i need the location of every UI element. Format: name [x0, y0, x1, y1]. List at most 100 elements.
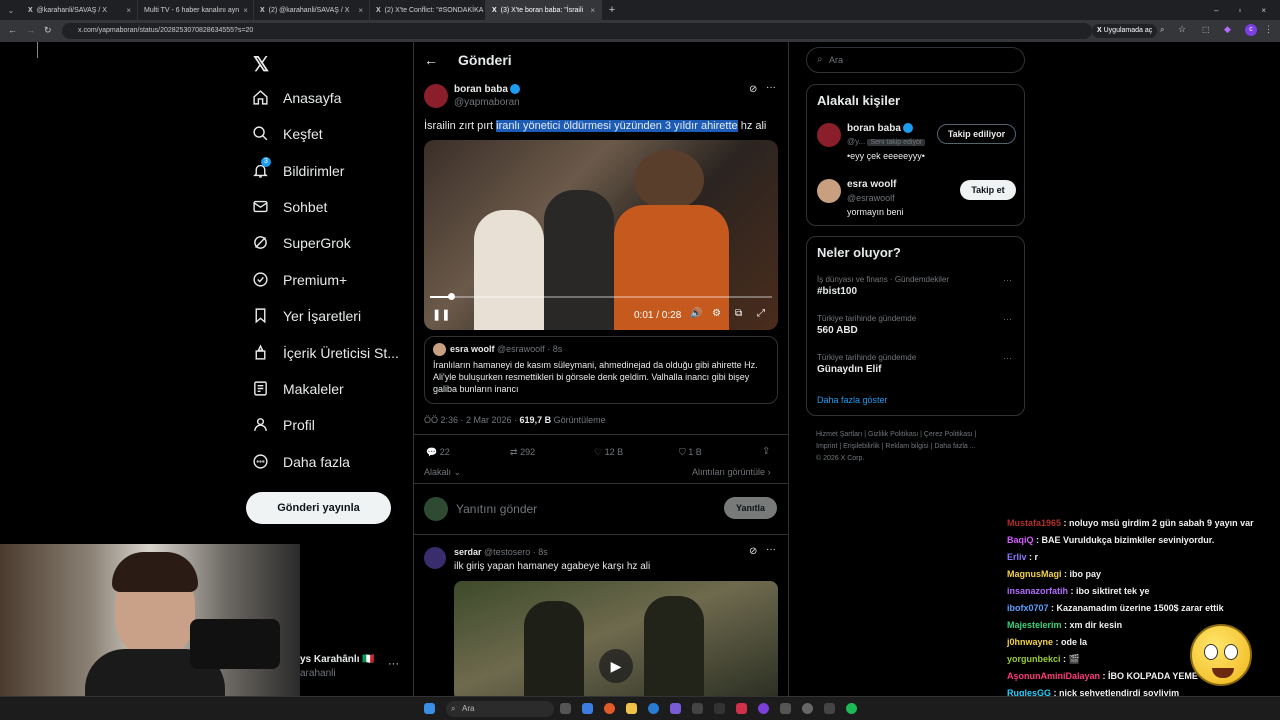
video-progress-track[interactable]: [430, 296, 772, 298]
app-icon[interactable]: [824, 703, 835, 714]
following-button[interactable]: Takip ediliyor: [937, 124, 1016, 144]
extension-icon[interactable]: ◆: [1224, 24, 1231, 35]
footer-link[interactable]: Imprint: [816, 443, 837, 450]
bookmark-action[interactable]: ⛉ 1 B: [679, 447, 702, 458]
reply-author-avatar[interactable]: [424, 547, 446, 569]
post-more-icon[interactable]: ···: [766, 82, 776, 93]
app-icon[interactable]: [780, 703, 791, 714]
chat-username[interactable]: MagnusMagi: [1007, 569, 1062, 579]
menu-icon[interactable]: ⋮: [1264, 24, 1273, 35]
person-avatar[interactable]: [817, 179, 841, 203]
account-more-icon[interactable]: ···: [388, 658, 399, 670]
browser-tab[interactable]: Multi TV - 6 haber kanalını ayn ×: [138, 0, 254, 20]
maximize-icon[interactable]: ▫: [1238, 6, 1241, 15]
folder-icon[interactable]: [626, 703, 637, 714]
reply-action[interactable]: 💬 22: [426, 447, 450, 458]
reply-video[interactable]: ▶: [454, 581, 778, 696]
chat-username[interactable]: insanazorfatih: [1007, 586, 1068, 596]
minimize-icon[interactable]: –: [1214, 6, 1218, 15]
app-icon[interactable]: [758, 703, 769, 714]
tab-menu-icon[interactable]: ⌄: [0, 6, 22, 15]
zoom-icon[interactable]: ⌕: [1160, 25, 1164, 35]
grok-icon[interactable]: ⊘: [749, 546, 757, 557]
sidebar-item-premium[interactable]: Premium+: [252, 271, 347, 288]
author-name[interactable]: boran baba: [454, 84, 520, 95]
pip-icon[interactable]: ⧉: [735, 308, 742, 319]
browser-tab[interactable]: X (2) @karahanli/SAVAŞ / X ×: [254, 0, 370, 20]
trend-more-icon[interactable]: ···: [1003, 353, 1012, 363]
chat-username[interactable]: Erliv: [1007, 552, 1027, 562]
task-view-icon[interactable]: [560, 703, 571, 714]
app-icon[interactable]: [582, 703, 593, 714]
sidebar-item-creator-studio[interactable]: İçerik Üreticisi St...: [252, 344, 399, 361]
sidebar-item-profile[interactable]: Profil: [252, 416, 315, 433]
footer-link[interactable]: Erişilebilirlik: [843, 443, 880, 450]
search-input[interactable]: ⌕ Ara: [806, 47, 1025, 73]
author-avatar[interactable]: [424, 84, 448, 108]
fullscreen-icon[interactable]: ⤢: [757, 308, 765, 319]
trend-more-icon[interactable]: ···: [1003, 314, 1012, 324]
chat-username[interactable]: j0hnwayne: [1007, 637, 1053, 647]
reply-button[interactable]: Yanıtla: [724, 497, 777, 519]
footer-link[interactable]: Hizmet Şartları: [816, 431, 862, 438]
new-tab-icon[interactable]: +: [602, 4, 622, 16]
chat-username[interactable]: AşonunAminiDalayan: [1007, 671, 1100, 681]
person-name[interactable]: boran baba: [847, 123, 913, 134]
video-player[interactable]: ❚❚ 0:01 / 0:28 🔊 ⚙ ⧉ ⤢: [424, 140, 778, 330]
sidebar-item-home[interactable]: Anasayfa: [252, 89, 341, 106]
start-icon[interactable]: [424, 703, 435, 714]
related-dropdown[interactable]: Alakalı ⌄: [424, 467, 461, 478]
star-icon[interactable]: ☆: [1178, 24, 1186, 35]
settings-icon[interactable]: ⚙: [712, 308, 721, 319]
close-icon[interactable]: ×: [126, 6, 131, 15]
chat-username[interactable]: yorgunbekci: [1007, 654, 1061, 664]
chat-username[interactable]: Majestelerim: [1007, 620, 1062, 630]
volume-icon[interactable]: 🔊: [690, 308, 702, 319]
chat-username[interactable]: ibofx0707: [1007, 603, 1049, 613]
trend-item[interactable]: Türkiye tarihinde gündemde Günaydın Elif: [817, 353, 1017, 375]
chat-username[interactable]: Mustafa1965: [1007, 518, 1061, 528]
chat-username[interactable]: BaqiQ: [1007, 535, 1034, 545]
app-icon[interactable]: [736, 703, 747, 714]
sidebar-item-bookmarks[interactable]: Yer İşaretleri: [252, 307, 361, 324]
close-window-icon[interactable]: ×: [1261, 6, 1266, 15]
person-avatar[interactable]: [817, 123, 841, 147]
spotify-icon[interactable]: [846, 703, 857, 714]
taskbar-search[interactable]: ⌕ Ara: [446, 701, 554, 717]
app-icon[interactable]: [692, 703, 703, 714]
close-icon[interactable]: ×: [590, 6, 595, 15]
sidebar-item-more[interactable]: Daha fazla: [252, 453, 350, 470]
chrome-icon[interactable]: [604, 703, 615, 714]
share-icon[interactable]: ⇪: [762, 446, 770, 457]
post-button[interactable]: Gönderi yayınla: [246, 492, 391, 524]
show-more-link[interactable]: Daha fazla göster: [817, 395, 888, 405]
back-arrow-icon[interactable]: ←: [424, 52, 438, 68]
sidebar-item-notifications[interactable]: 3 Bildirimler: [252, 157, 344, 179]
video-progress-handle[interactable]: [447, 293, 455, 300]
url-field[interactable]: x.com/yapmaboran/status/2028253070828634…: [62, 23, 1092, 39]
grok-icon[interactable]: ⊘: [749, 84, 757, 95]
open-in-app-button[interactable]: X Uygulamada aç: [1092, 24, 1158, 38]
browser-tab-active[interactable]: X (3) X'te boran baba: "İsraili ×: [486, 0, 602, 20]
reload-icon[interactable]: ↻: [44, 25, 52, 36]
app-icon[interactable]: [714, 703, 725, 714]
quoted-post[interactable]: esra woolf @esrawoolf · 8s İranlıların h…: [424, 336, 778, 404]
close-icon[interactable]: ×: [243, 6, 248, 15]
app-icon[interactable]: [670, 703, 681, 714]
trend-item[interactable]: Türkiye tarihinde gündemde 560 ABD: [817, 314, 1017, 336]
back-icon[interactable]: ←: [8, 25, 17, 35]
browser-tab[interactable]: X @karahanli/SAVAŞ / X ×: [22, 0, 138, 20]
play-icon[interactable]: ▶: [599, 649, 633, 683]
trend-more-icon[interactable]: ···: [1003, 275, 1012, 285]
person-name[interactable]: esra woolf: [847, 179, 896, 190]
follow-button[interactable]: Takip et: [960, 180, 1016, 200]
sidebar-item-messages[interactable]: Sohbet: [252, 198, 327, 215]
sidebar-item-supergrok[interactable]: SuperGrok: [252, 234, 351, 251]
close-icon[interactable]: ×: [358, 6, 363, 15]
app-icon[interactable]: [802, 703, 813, 714]
browser-tab[interactable]: X(2) X'te Conflict: "#SONDAKİKA×: [370, 0, 486, 20]
extensions-icon[interactable]: ⬚: [1202, 25, 1210, 34]
sidebar-item-articles[interactable]: Makaleler: [252, 380, 344, 397]
trend-item[interactable]: İş dünyası ve finans · Gündemdekiler #bi…: [817, 275, 1017, 297]
view-quotes-link[interactable]: Alıntıları görüntüle ›: [692, 467, 771, 477]
